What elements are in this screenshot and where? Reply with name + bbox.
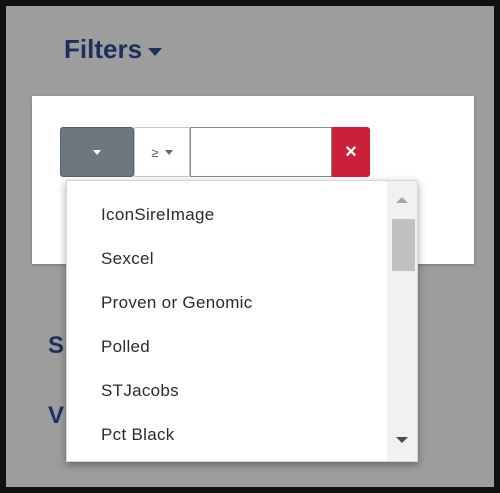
section-heading-partial-2: V (48, 402, 65, 429)
scroll-thumb[interactable] (392, 219, 415, 271)
dropdown-scrollbar[interactable] (387, 181, 417, 461)
scroll-up-button[interactable] (387, 185, 417, 215)
dropdown-option[interactable]: Sexcel (67, 237, 389, 281)
filters-title: Filters (64, 34, 143, 64)
dropdown-option[interactable]: IconSireImage (67, 193, 389, 237)
column-dropdown-menu: IconSireImage Sexcel Proven or Genomic P… (66, 180, 418, 462)
dropdown-option[interactable]: STJacobs (67, 369, 389, 413)
operator-value: ≥ (151, 144, 159, 160)
arrow-down-icon (396, 437, 408, 443)
caret-down-icon (93, 149, 101, 155)
scroll-down-button[interactable] (387, 425, 417, 455)
caret-down-icon (148, 47, 163, 56)
clear-filter-button[interactable]: × (332, 127, 370, 177)
arrow-up-icon (396, 197, 408, 203)
filter-value-input[interactable] (190, 127, 332, 177)
close-icon: × (345, 140, 357, 163)
column-select-button[interactable] (60, 127, 134, 177)
dropdown-option[interactable]: Proven or Genomic (67, 281, 389, 325)
dropdown-option[interactable]: Pct Black (67, 413, 389, 457)
dropdown-option[interactable]: Polled (67, 325, 389, 369)
section-heading-partial: S (48, 332, 65, 359)
operator-select[interactable]: ≥ (134, 127, 190, 177)
filters-header[interactable]: Filters (64, 34, 163, 65)
option-list: IconSireImage Sexcel Proven or Genomic P… (67, 181, 389, 457)
caret-down-icon (164, 149, 173, 155)
